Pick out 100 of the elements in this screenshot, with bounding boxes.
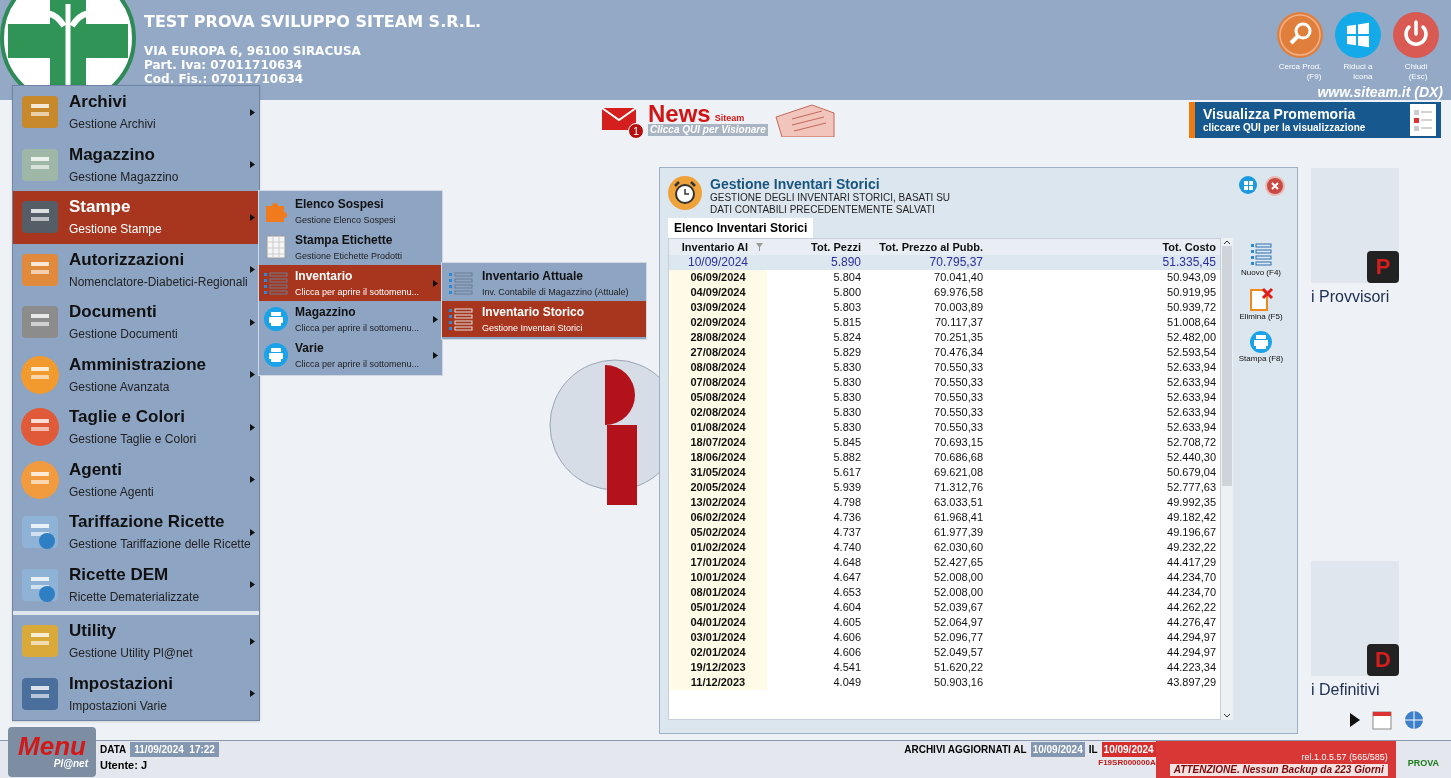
menu-item[interactable]: Ricette DEM Ricette Dematerializzate bbox=[13, 558, 259, 611]
column-header[interactable]: Tot. Prezzo al Pubb. bbox=[865, 239, 987, 255]
list-tab[interactable]: Elenco Inventari Storici bbox=[668, 218, 814, 238]
menu-item[interactable]: Autorizzazioni Nomenclatore-Diabetici-Regionali bbox=[13, 243, 259, 296]
table-row[interactable]: 19/12/2023 4.541 51.620,22 44.223,34 bbox=[669, 660, 1220, 675]
table-cell-text: 44.234,70 bbox=[1166, 570, 1217, 585]
table-row[interactable]: 02/08/2024 5.830 70.550,33 52.633,94 bbox=[669, 405, 1220, 420]
scroll-up-icon[interactable] bbox=[1223, 238, 1231, 246]
table-cell: 02/01/2024 bbox=[669, 645, 767, 660]
table-row[interactable]: 05/02/2024 4.737 61.977,39 49.196,67 bbox=[669, 525, 1220, 540]
windows-icon bbox=[1335, 12, 1381, 58]
table-row[interactable]: 08/08/2024 5.830 70.550,33 52.633,94 bbox=[669, 360, 1220, 375]
menu-item[interactable]: Magazzino Gestione Magazzino bbox=[13, 138, 259, 191]
table-row[interactable]: 20/05/2024 5.939 71.312,76 52.777,63 bbox=[669, 480, 1220, 495]
table-row[interactable]: 10/01/2024 4.647 52.008,00 44.234,70 bbox=[669, 570, 1220, 585]
table-cell-text: 43.897,29 bbox=[1166, 675, 1217, 690]
tile-label[interactable]: i Provvisori bbox=[1311, 287, 1390, 307]
caret-icon bbox=[433, 351, 438, 359]
filter-icon bbox=[756, 243, 763, 251]
table-row[interactable]: 28/08/2024 5.824 70.251,35 52.482,00 bbox=[669, 330, 1220, 345]
table-row[interactable]: 05/08/2024 5.830 70.550,33 52.633,94 bbox=[669, 390, 1220, 405]
table-cell-text: 52.039,67 bbox=[933, 600, 984, 615]
table-row[interactable]: 06/09/2024 5.804 70.041,40 50.943,09 bbox=[669, 270, 1220, 285]
column-header[interactable]: Tot. Pezzi bbox=[767, 239, 865, 255]
table-cell-text: 52.440,30 bbox=[1166, 450, 1217, 465]
table-cell: 04/09/2024 bbox=[669, 285, 767, 300]
table-row[interactable]: 01/08/2024 5.830 70.550,33 52.633,94 bbox=[669, 420, 1220, 435]
menu-item[interactable]: Utility Gestione Utility Pl@net bbox=[13, 615, 259, 668]
submenu-item[interactable]: Elenco Sospesi Gestione Elenco Sospesi bbox=[259, 193, 442, 229]
menu-item[interactable]: Tariffazione Ricette Gestione Tariffazione delle Ricette bbox=[13, 506, 259, 559]
table-cell-text: 70.693,15 bbox=[933, 435, 984, 450]
calendar-icon[interactable] bbox=[1372, 710, 1392, 730]
scrollbar[interactable] bbox=[1221, 238, 1233, 720]
caret-icon bbox=[250, 581, 255, 589]
new-button[interactable]: Nuovo (F4) bbox=[1241, 242, 1281, 278]
menu-item[interactable]: Documenti Gestione Documenti bbox=[13, 296, 259, 349]
table-row[interactable]: 27/08/2024 5.829 70.476,34 52.593,54 bbox=[669, 345, 1220, 360]
minimize-button[interactable] bbox=[1239, 176, 1257, 194]
table-cell-text: 4.736 bbox=[832, 510, 862, 525]
submenu-item[interactable]: Magazzino Clicca per aprire il sottomenu... bbox=[259, 301, 442, 337]
column-header[interactable]: Inventario Al bbox=[669, 239, 767, 255]
column-header[interactable]: Tot. Costo bbox=[987, 239, 1220, 255]
table-cell: 17/01/2024 bbox=[669, 555, 767, 570]
table-row[interactable]: 07/08/2024 5.830 70.550,33 52.633,94 bbox=[669, 375, 1220, 390]
submenu-item[interactable]: Inventario Clicca per aprire il sottomenu... bbox=[259, 265, 442, 301]
table-cell-text: 51.620,22 bbox=[933, 660, 984, 675]
table-row[interactable]: 01/02/2024 4.740 62.030,60 49.232,22 bbox=[669, 540, 1220, 555]
submenu-item[interactable]: Inventario Attuale Inv. Contabile di Magazzino (Attuale) bbox=[442, 265, 646, 301]
list-icon bbox=[448, 271, 474, 295]
tile-letter-icon: P bbox=[1367, 251, 1399, 283]
table-cell-text: 70.795,37 bbox=[928, 255, 984, 270]
table-cell-text: 44.294,97 bbox=[1166, 645, 1217, 660]
menu-item[interactable]: Agenti Gestione Agenti bbox=[13, 453, 259, 506]
tile-label[interactable]: i Definitivi bbox=[1311, 680, 1380, 700]
table-row[interactable]: 05/01/2024 4.604 52.039,67 44.262,22 bbox=[669, 600, 1220, 615]
tax-code: Cod. Fis.: 07011710634 bbox=[144, 72, 305, 86]
menu-item[interactable]: Amministrazione Gestione Avanzata bbox=[13, 348, 259, 401]
table-row[interactable]: 17/01/2024 4.648 52.427,65 44.417,29 bbox=[669, 555, 1220, 570]
menu-item[interactable]: Stampe Gestione Stampe bbox=[13, 191, 259, 244]
table-row[interactable]: 04/09/2024 5.800 69.976,58 50.919,95 bbox=[669, 285, 1220, 300]
table-cell: 05/01/2024 bbox=[669, 600, 767, 615]
menu-item[interactable]: Archivi Gestione Archivi bbox=[13, 86, 259, 139]
table-row[interactable]: 11/12/2023 4.049 50.903,16 43.897,29 bbox=[669, 675, 1220, 690]
company-address: VIA EUROPA 6, 96100 SIRACUSA bbox=[144, 44, 362, 58]
submenu-item[interactable]: Varie Clicca per aprire il sottomenu... bbox=[259, 337, 442, 373]
table-cell: 10/01/2024 bbox=[669, 570, 767, 585]
menu-item[interactable]: Taglie e Colori Gestione Taglie e Colori bbox=[13, 401, 259, 454]
close-button[interactable] bbox=[1265, 176, 1285, 196]
table-row[interactable]: 02/09/2024 5.815 70.117,37 51.008,64 bbox=[669, 315, 1220, 330]
scroll-down-icon[interactable] bbox=[1223, 712, 1231, 720]
table-row[interactable]: 06/02/2024 4.736 61.968,41 49.182,42 bbox=[669, 510, 1220, 525]
website-text: www.siteam.it (DX) bbox=[1317, 84, 1443, 100]
table-cell-text: 4.647 bbox=[832, 570, 862, 585]
submenu-item[interactable]: Inventario Storico Gestione Inventari Storici bbox=[442, 301, 646, 337]
table-cell-text: 52.008,00 bbox=[933, 570, 984, 585]
print-button[interactable]: Stampa (F8) bbox=[1238, 330, 1284, 364]
table-cell: 08/01/2024 bbox=[669, 585, 767, 600]
table-cell: 11/12/2023 bbox=[669, 675, 767, 690]
table-row[interactable]: 08/01/2024 4.653 52.008,00 44.234,70 bbox=[669, 585, 1220, 600]
table-row[interactable]: 03/01/2024 4.606 52.096,77 44.294,97 bbox=[669, 630, 1220, 645]
table-cell-text: 51.335,45 bbox=[1161, 255, 1217, 270]
submenu-item[interactable]: Stampa Etichette Gestione Etichette Prodotti bbox=[259, 229, 442, 265]
table-cell-text: 44.223,34 bbox=[1166, 660, 1217, 675]
table-row[interactable]: 18/07/2024 5.845 70.693,15 52.708,72 bbox=[669, 435, 1220, 450]
table-row[interactable]: 31/05/2024 5.617 69.621,08 50.679,04 bbox=[669, 465, 1220, 480]
table-row[interactable]: 04/01/2024 4.605 52.064,97 44.276,47 bbox=[669, 615, 1220, 630]
delete-button[interactable]: Elimina (F5) bbox=[1239, 286, 1283, 322]
globe-icon[interactable] bbox=[1404, 710, 1424, 730]
table-row[interactable]: 10/09/2024 5.890 70.795,37 51.335,45 bbox=[669, 255, 1220, 270]
table-row[interactable]: 18/06/2024 5.882 70.686,68 52.440,30 bbox=[669, 450, 1220, 465]
play-icon[interactable] bbox=[1350, 713, 1360, 727]
reminder-banner[interactable]: Visualizza Promemoria cliccare QUI per la visualizzazione bbox=[1189, 102, 1441, 138]
table-row[interactable]: 13/02/2024 4.798 63.033,51 49.992,35 bbox=[669, 495, 1220, 510]
table-cell-text: 52.633,94 bbox=[1166, 405, 1217, 420]
table-cell-text: 70.550,33 bbox=[933, 405, 984, 420]
table-cell: 06/02/2024 bbox=[669, 510, 767, 525]
table-row[interactable]: 03/09/2024 5.803 70.003,89 50.939,72 bbox=[669, 300, 1220, 315]
menu-item[interactable]: Impostazioni Impostazioni Varie bbox=[13, 667, 259, 720]
table-row[interactable]: 02/01/2024 4.606 52.049,57 44.294,97 bbox=[669, 645, 1220, 660]
table-cell-text: 4.049 bbox=[832, 675, 862, 690]
